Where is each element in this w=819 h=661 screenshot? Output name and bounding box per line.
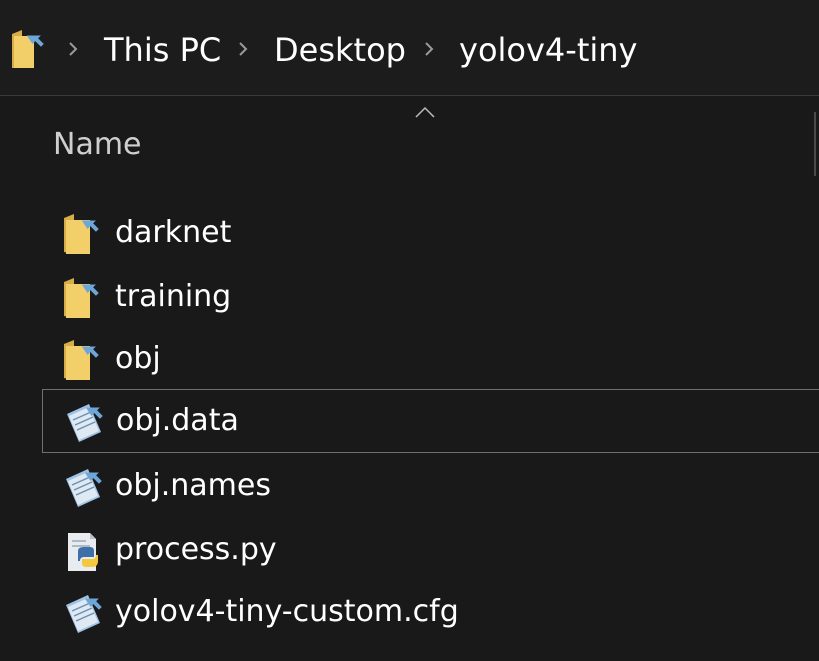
chevron-right-icon[interactable] <box>68 42 78 56</box>
python-file-icon <box>68 533 98 571</box>
address-bar[interactable]: This PC Desktop yolov4-tiny <box>0 0 819 96</box>
sort-ascending-icon <box>415 106 435 118</box>
file-name: yolov4-tiny-custom.cfg <box>115 594 459 629</box>
file-name: darknet <box>115 215 232 250</box>
file-name: obj <box>115 341 161 376</box>
list-item[interactable]: obj <box>42 328 819 392</box>
breadcrumb-desktop[interactable]: Desktop <box>274 30 406 70</box>
text-file-icon <box>67 404 103 442</box>
chevron-right-icon[interactable] <box>424 42 434 56</box>
folder-shortcut-icon <box>12 30 44 68</box>
vertical-scrollbar[interactable] <box>814 112 816 176</box>
file-name: process.py <box>115 532 277 567</box>
text-file-icon <box>66 469 102 507</box>
folder-shortcut-icon <box>64 340 99 380</box>
chevron-right-icon[interactable] <box>238 42 248 56</box>
list-item[interactable]: process.py <box>42 519 819 583</box>
file-name: obj.names <box>115 468 271 503</box>
list-item[interactable]: yolov4-tiny-custom.cfg <box>42 581 819 645</box>
folder-shortcut-icon <box>64 214 99 254</box>
file-name: obj.data <box>116 403 239 438</box>
text-file-icon <box>66 595 102 633</box>
list-item[interactable]: obj.names <box>42 455 819 519</box>
list-item[interactable]: darknet <box>42 202 819 266</box>
column-header-name[interactable]: Name <box>53 126 142 164</box>
breadcrumb-yolov4-tiny[interactable]: yolov4-tiny <box>459 30 637 70</box>
file-name: training <box>115 279 232 314</box>
list-item[interactable]: training <box>42 266 819 330</box>
folder-shortcut-icon <box>64 278 99 318</box>
list-item[interactable]: obj.data <box>42 389 819 453</box>
breadcrumb-this-pc[interactable]: This PC <box>104 30 221 70</box>
